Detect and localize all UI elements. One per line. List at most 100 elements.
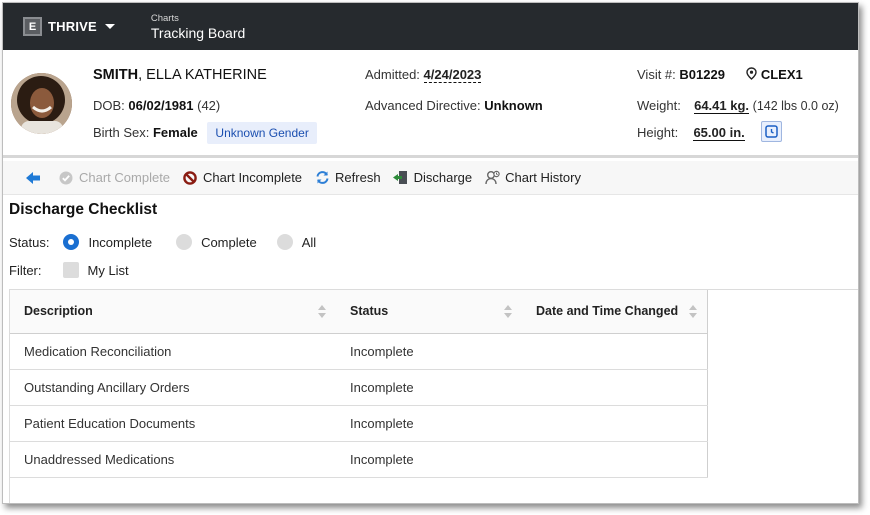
chart-complete-button[interactable]: Chart Complete: [58, 170, 170, 186]
age-value: (42): [197, 98, 221, 113]
radio-selected-icon: [63, 234, 80, 250]
column-header-label: Description: [24, 304, 93, 319]
radio-label: Incomplete: [88, 234, 153, 250]
height-field: Height: 65.00 in.: [637, 125, 745, 141]
growth-chart-button[interactable]: [761, 121, 782, 142]
patient-dob: DOB: 06/02/1981 (42): [93, 98, 220, 113]
admitted-field: Admitted: 4/24/2023: [365, 67, 482, 83]
location-pin-icon: [746, 67, 757, 80]
checklist-table: Description Status Date and Time Changed: [10, 290, 708, 478]
cell-date-changed: [522, 441, 708, 478]
dob-label: DOB:: [93, 98, 125, 113]
column-header-description[interactable]: Description: [10, 290, 336, 334]
radio-unselected-icon: [176, 234, 193, 250]
cell-description: Outstanding Ancillary Orders: [10, 369, 336, 406]
page-title: Tracking Board: [150, 24, 246, 41]
chart-history-button[interactable]: Chart History: [484, 170, 581, 186]
admitted-label: Admitted:: [365, 67, 420, 82]
visit-field: Visit #: B01229 CLEX1: [637, 67, 803, 82]
patient-last-name: SMITH: [93, 67, 139, 83]
table-row[interactable]: Patient Education Documents Incomplete: [10, 405, 708, 442]
radio-unselected-icon: [276, 234, 293, 250]
chart-incomplete-label: Chart Incomplete: [203, 170, 303, 185]
cell-status: Incomplete: [336, 405, 522, 442]
column-header-date-changed[interactable]: Date and Time Changed: [522, 290, 708, 334]
discharge-button[interactable]: Discharge: [393, 170, 473, 186]
patient-name: SMITH, ELLA KATHERINE: [93, 67, 267, 83]
admitted-date[interactable]: 4/24/2023: [423, 67, 482, 83]
column-header-status[interactable]: Status: [336, 290, 522, 334]
patient-first-names: ELLA KATHERINE: [146, 67, 267, 83]
cell-status: Incomplete: [336, 333, 522, 370]
weight-label: Weight:: [637, 98, 681, 113]
dob-value: 06/02/1981: [128, 98, 194, 113]
height-value[interactable]: 65.00 in.: [693, 125, 745, 141]
radio-complete[interactable]: Complete: [176, 234, 257, 250]
list-filter: Filter: My List: [9, 262, 129, 278]
check-circle-icon: [58, 170, 74, 186]
patient-banner: SMITH, ELLA KATHERINE DOB: 06/02/1981 (4…: [3, 50, 858, 158]
patient-birth-sex: Birth Sex: Female Unknown Gender: [93, 122, 317, 144]
table-row[interactable]: Medication Reconciliation Incomplete: [10, 333, 708, 370]
gender-badge: Unknown Gender: [207, 122, 317, 144]
app-switcher[interactable]: E THRIVE: [23, 17, 115, 36]
visit-label: Visit #:: [637, 67, 676, 82]
my-list-checkbox[interactable]: [62, 262, 79, 278]
patient-avatar: [11, 73, 72, 134]
arrow-left-icon: [25, 170, 41, 186]
birth-sex-value: Female: [152, 125, 198, 140]
filter-label: Filter:: [9, 262, 42, 278]
table-row[interactable]: Outstanding Ancillary Orders Incomplete: [10, 369, 708, 406]
chart-incomplete-button[interactable]: Chart Incomplete: [182, 170, 302, 186]
radio-label: Complete: [201, 234, 257, 250]
cell-status: Incomplete: [336, 369, 522, 406]
cell-status: Incomplete: [336, 441, 522, 478]
prohibited-icon: [182, 170, 198, 186]
exit-door-icon: [393, 170, 409, 186]
sort-icon: [318, 305, 326, 318]
refresh-button[interactable]: Refresh: [314, 170, 381, 186]
breadcrumb: Charts Tracking Board: [151, 13, 245, 41]
column-header-label: Date and Time Changed: [536, 304, 679, 319]
weight-value[interactable]: 64.41 kg.: [694, 98, 750, 114]
app-window: E THRIVE Charts Tracking Board SMITH, EL…: [2, 2, 859, 504]
sort-icon: [689, 305, 697, 318]
visit-number: B01229: [679, 67, 725, 82]
radio-incomplete[interactable]: Incomplete: [63, 234, 152, 250]
directive-label: Advanced Directive:: [365, 98, 481, 113]
breadcrumb-parent[interactable]: Charts: [151, 13, 245, 24]
chart-complete-label: Chart Complete: [79, 170, 171, 185]
refresh-label: Refresh: [335, 170, 381, 185]
weight-imperial: (142 lbs 0.0 oz): [752, 99, 839, 113]
chevron-down-icon: [104, 24, 115, 29]
weight-field: Weight: 64.41 kg. (142 lbs 0.0 oz): [637, 98, 839, 114]
directive-value: Unknown: [484, 98, 543, 113]
radio-label: All: [301, 234, 317, 250]
cell-date-changed: [522, 369, 708, 406]
cell-description: Patient Education Documents: [10, 405, 336, 442]
height-label: Height:: [637, 125, 679, 140]
my-list-label[interactable]: My List: [88, 263, 129, 278]
back-button[interactable]: [25, 170, 46, 186]
section-title: Discharge Checklist: [9, 201, 158, 218]
radio-all[interactable]: All: [276, 234, 317, 250]
checklist-table-container: Description Status Date and Time Changed: [9, 289, 858, 503]
refresh-icon: [314, 170, 330, 186]
chart-history-label: Chart History: [505, 170, 581, 185]
table-header-row: Description Status Date and Time Changed: [10, 290, 708, 334]
sort-icon: [504, 305, 512, 318]
scale-icon: [765, 125, 778, 138]
birth-sex-label: Birth Sex:: [93, 125, 150, 140]
column-header-label: Status: [350, 304, 389, 319]
avatar-photo-icon: [11, 73, 72, 134]
cell-description: Unaddressed Medications: [10, 441, 336, 478]
discharge-label: Discharge: [413, 170, 473, 185]
top-bar: E THRIVE Charts Tracking Board: [3, 3, 858, 50]
location-value: CLEX1: [760, 67, 803, 82]
app-logo-icon: E: [23, 17, 42, 36]
table-row[interactable]: Unaddressed Medications Incomplete: [10, 441, 708, 478]
cell-date-changed: [522, 333, 708, 370]
status-label: Status:: [9, 234, 50, 250]
cell-description: Medication Reconciliation: [10, 333, 336, 370]
cell-date-changed: [522, 405, 708, 442]
